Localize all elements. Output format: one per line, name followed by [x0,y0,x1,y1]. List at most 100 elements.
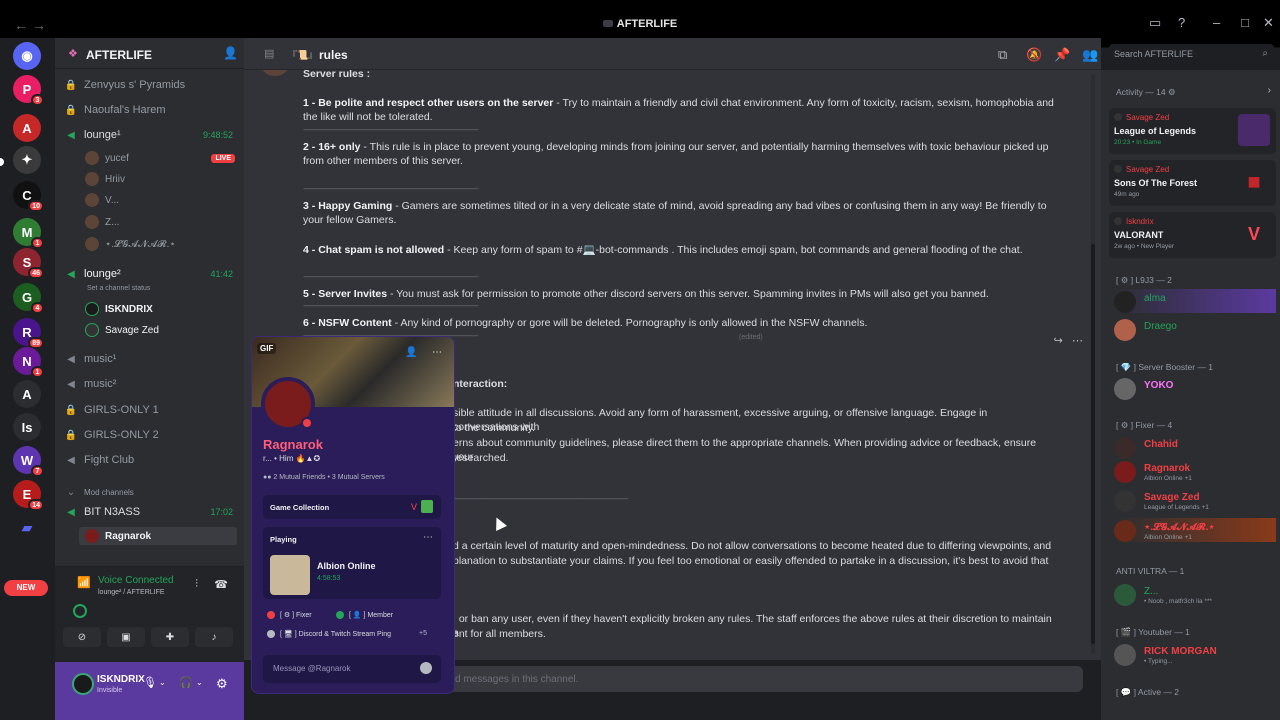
server-icon[interactable]: S 46 [13,248,44,279]
folder-icon[interactable]: ▰ [13,514,41,542]
voice-user[interactable]: Z... [85,213,235,231]
server-icon[interactable]: E 14 [13,480,44,511]
threads-icon[interactable]: ▤ [264,47,274,60]
server-icon[interactable]: R 89 [13,318,44,349]
server-icon[interactable]: W7 [13,446,44,477]
soundboard-icon[interactable]: ♪ [195,627,233,647]
chevron-down-icon[interactable]: ⌄ [196,678,203,687]
voice-user[interactable]: yucef LIVE [85,149,235,167]
member-item[interactable]: Savage Zed League of Legends +1 [1114,488,1276,512]
channel-item[interactable]: ◀ lounge¹ 9:48:52 [63,125,239,145]
game-art-icon: ■ [1247,169,1261,194]
channel-item[interactable]: 🔒 GIRLS-ONLY 2 [63,425,239,445]
activity-card[interactable]: Savage Zed League of Legends 20:23 • In … [1109,108,1276,154]
noise-suppression-icon[interactable]: ⫶ [195,578,198,591]
camera-icon[interactable]: ⊘ [63,627,101,647]
member-item[interactable]: ⋆.𝓛𝓖𝓐𝓝𝓐𝓡.⋆ Albion Online +1 [1114,518,1276,542]
activity-card[interactable]: Savage Zed Sons Of The Forest 49m ago ■ [1109,160,1276,206]
share-icon[interactable]: ↪ [1054,335,1063,347]
activities-icon[interactable]: ✚ [151,627,189,647]
more-options-icon[interactable]: ⋯ [423,532,433,543]
avatar [85,529,99,543]
activity-card[interactable]: Iskndrix VALORANT 2w ago • New Player V [1109,212,1276,258]
voice-user[interactable]: Hriiv [85,170,235,188]
member-item[interactable]: RICK MORGAN • Typing... [1114,642,1276,666]
voice-user[interactable]: ISKNDRIX [85,300,235,318]
more-roles[interactable]: +5 [419,630,427,637]
disconnect-icon[interactable]: ☎ [214,578,228,591]
game-collection-card[interactable]: Game Collection V [263,495,441,519]
lock-icon: 🔒 [64,429,78,441]
server-icon[interactable]: A [13,380,41,408]
maximize-icon[interactable]: □ [1241,15,1249,30]
profile-message-input[interactable]: Message @Ragnarok [263,655,441,683]
add-friend-icon[interactable]: 👤 [405,347,417,358]
member-item[interactable]: alma [1114,289,1276,313]
server-header[interactable]: ❖ AFTERLIFE 👤 [55,38,244,69]
chevron-right-icon[interactable]: › [1268,85,1271,96]
member-item[interactable]: Chahid [1114,435,1276,459]
role-header: [ 🎬 ] Youtuber — 1 [1116,627,1190,637]
server-icon[interactable]: P3 [13,75,44,106]
voice-user[interactable]: Ragnarok [79,527,237,545]
selected-pip [0,158,4,166]
category-mod-channels[interactable]: ⌄ Mod channels [63,482,239,502]
scrollbar[interactable] [1091,74,1095,654]
speaker-icon: ◀ [67,378,75,390]
channel-item[interactable]: 🔒 Naoufal's Harem [63,100,239,120]
server-icon[interactable]: N1 [13,347,44,378]
server-icon[interactable]: ✦ [13,146,41,174]
minimize-icon[interactable]: – [1213,15,1220,30]
pin-icon[interactable]: 📌 [1054,47,1070,63]
lock-icon: 🔒 [64,79,78,91]
inbox-icon[interactable]: ▭ [1149,15,1161,31]
voice-user[interactable]: ⋆.𝓛𝓖𝓐𝓝𝓐𝓡.⋆ [85,235,235,253]
headphones-icon[interactable]: 🎧 [179,676,193,689]
member-item[interactable]: Draego [1114,317,1276,341]
channel-item[interactable]: 🔒 GIRLS-ONLY 1 [63,400,239,420]
voice-user[interactable]: V... [85,191,235,209]
server-icon[interactable]: G4 [13,283,44,314]
gif-badge: GIF [257,343,277,354]
member-item[interactable]: YOKO [1114,376,1276,400]
avatar[interactable] [72,673,94,695]
scrollbar-thumb[interactable] [1091,244,1095,644]
notification-bell-icon[interactable]: 🔕 [1026,47,1042,63]
channel-item[interactable]: ◀ Fight Club [63,450,239,470]
more-options-icon[interactable]: ⋯ [432,347,442,358]
mutual-avatars-icon: ●● [263,474,272,481]
threads-icon[interactable]: ⧉ [998,47,1007,63]
channel-item[interactable]: ◀ music¹ [63,349,239,369]
member-item[interactable]: Z... • Noob , matfr3ch lia *** [1114,582,1276,606]
channel-item[interactable]: ◀ lounge² 41:42 [63,264,239,284]
server-icon[interactable]: A [13,114,41,142]
voice-channel[interactable]: lounge² / AFTERLIFE [98,589,165,596]
server-icon[interactable]: M1 [13,218,44,249]
avatar [1114,490,1136,512]
add-member-icon[interactable]: 👤 [223,46,238,60]
mic-icon[interactable]: 🎙 [143,676,157,689]
voice-user[interactable]: Savage Zed [85,321,235,339]
channel-item[interactable]: 🔒 Zenvyus s' Pyramids [63,75,239,95]
member-item[interactable]: Ragnarok Albion Online +1 [1114,459,1276,483]
channel-item[interactable]: ◀ BIT N3ASS 17:02 [63,502,239,522]
screen-share-icon[interactable]: ▣ [107,627,145,647]
search-input[interactable]: Search AFTERLIFE ⌕ [1109,44,1274,64]
game-elapsed: 4:58:53 [317,575,341,582]
server-icon[interactable]: Is [13,413,41,441]
mutual-info[interactable]: ●● 2 Mutual Friends • 3 Mutual Servers [263,474,385,481]
profile-pronouns: r... • Him 🔥▲✪ [263,454,321,463]
new-badge[interactable]: NEW [4,580,48,596]
more-options-icon[interactable]: ⋯ [1072,335,1083,347]
home-icon[interactable]: ◉ [13,42,41,70]
help-icon[interactable]: ? [1178,15,1185,30]
close-icon[interactable]: ✕ [1263,15,1274,31]
settings-gear-icon[interactable]: ⚙ [216,676,228,692]
channel-item[interactable]: ◀ music² [63,374,239,394]
channel-status-hint[interactable]: Set a channel status [87,285,150,292]
emoji-icon[interactable] [420,662,432,674]
chevron-down-icon[interactable]: ⌄ [159,678,166,687]
server-icon[interactable]: C 10 [13,181,44,212]
profile-avatar [261,377,315,431]
member-list-icon[interactable]: 👥 [1082,47,1098,63]
